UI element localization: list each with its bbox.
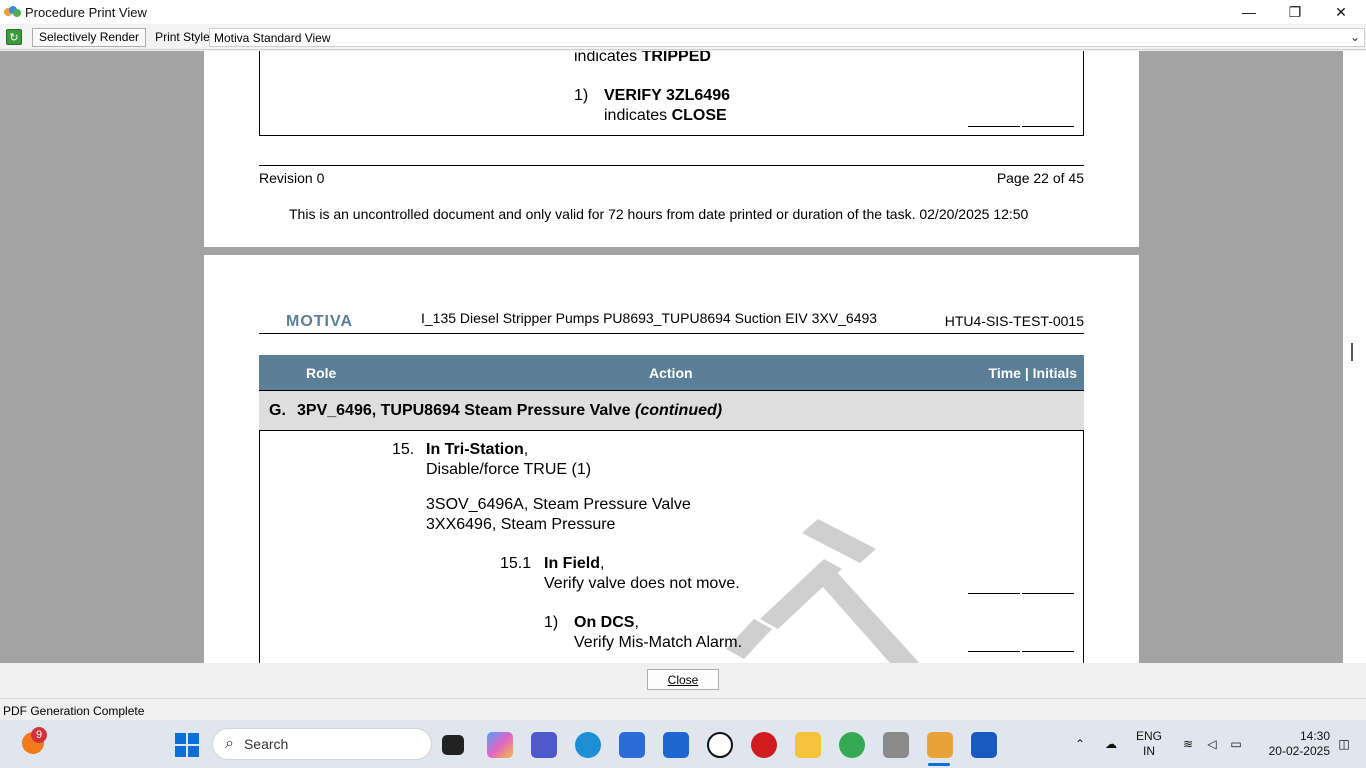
step15-number: 15. xyxy=(392,441,415,458)
motiva-logo: MOTIVA xyxy=(286,313,354,330)
close-line: indicates CLOSE xyxy=(604,107,727,124)
sub1-number: 1) xyxy=(544,614,559,631)
tag-line-1: 3SOV_6496A, Steam Pressure Valve xyxy=(426,496,691,513)
step151-action: Verify valve does not move. xyxy=(544,575,740,592)
procedure-app-icon[interactable] xyxy=(927,732,953,758)
doc-title: I_135 Diesel Stripper Pumps PU8693_TUPU8… xyxy=(421,310,878,326)
vertical-scrollbar[interactable] xyxy=(1343,51,1366,663)
step15-title: In Tri-Station, xyxy=(426,441,529,458)
sub1-action: Verify Mis-Match Alarm. xyxy=(574,634,743,651)
power-automate-icon[interactable] xyxy=(663,732,689,758)
lang-line-2: IN xyxy=(1143,744,1155,758)
maximize-button[interactable]: ❐ xyxy=(1272,0,1318,24)
initials-signoff-line xyxy=(1022,126,1074,127)
disclaimer: This is an uncontrolled document and onl… xyxy=(289,206,1029,222)
step151-number: 15.1 xyxy=(500,555,532,572)
step15-action: Disable/force TRUE (1) xyxy=(426,461,592,478)
app-icon xyxy=(4,6,21,18)
selectively-render-label: Selectively Render xyxy=(39,30,140,44)
step151-title: In Field, xyxy=(544,555,605,572)
store-icon[interactable] xyxy=(619,732,645,758)
close-icon: ✕ xyxy=(1335,3,1347,20)
language-indicator[interactable]: ENG IN xyxy=(1134,720,1164,768)
section-title: 3PV_6496, TUPU8694 Steam Pressure Valve … xyxy=(297,402,723,419)
action-header: Action xyxy=(649,365,693,381)
print-style-label: Print Style: xyxy=(155,30,214,44)
time-signoff-line xyxy=(968,126,1020,127)
title-bar: Procedure Print View xyxy=(0,0,1366,24)
section-letter: G. xyxy=(269,402,286,419)
selectively-render-button[interactable]: Selectively Render xyxy=(32,27,147,47)
time-initials-header: Time | Initials xyxy=(988,365,1077,381)
clock-date: 20-02-2025 xyxy=(1268,744,1330,758)
revision: Revision 0 xyxy=(259,170,325,186)
taskbar-search[interactable]: ⌕ Search xyxy=(212,728,432,760)
notifications-icon[interactable]: ◫ xyxy=(1334,720,1354,768)
notification-badge: 9 xyxy=(31,727,47,743)
refresh-icon[interactable]: ↻ xyxy=(6,29,22,45)
chevron-up-icon[interactable]: ⌃ xyxy=(1070,720,1090,768)
teams-icon[interactable] xyxy=(531,732,557,758)
battery-icon[interactable]: ▭ xyxy=(1226,720,1246,768)
clock[interactable]: 14:30 20-02-2025 xyxy=(1255,720,1330,768)
tripped-line: indicates TRIPPED xyxy=(574,51,711,65)
document-viewer[interactable]: indicates TRIPPED 1) VERIFY 3ZL6496 indi… xyxy=(0,51,1343,663)
header-rule xyxy=(259,333,1084,334)
onedrive-icon[interactable]: ☁ xyxy=(1100,720,1122,768)
footer-rule xyxy=(259,165,1084,166)
scroll-thumb[interactable] xyxy=(1351,343,1353,361)
lang-line-1: ENG xyxy=(1135,729,1162,743)
chrome-icon[interactable] xyxy=(839,732,865,758)
dell-icon[interactable] xyxy=(707,732,733,758)
close-bar: Close xyxy=(0,663,1366,698)
status-bar: PDF Generation Complete xyxy=(0,698,1366,720)
chevron-down-icon: ⌄ xyxy=(1349,30,1360,44)
time-signoff-line xyxy=(968,593,1020,594)
sub1-title: On DCS, xyxy=(574,614,639,631)
edge-icon[interactable] xyxy=(575,732,601,758)
initials-signoff-line xyxy=(1022,593,1074,594)
time-signoff-line xyxy=(968,651,1020,652)
app-icon-generic[interactable] xyxy=(883,732,909,758)
word-icon[interactable] xyxy=(971,732,997,758)
windows-start-icon[interactable] xyxy=(175,733,199,757)
close-window-button[interactable]: ✕ xyxy=(1318,0,1364,24)
file-explorer-icon[interactable] xyxy=(795,732,821,758)
tag-line-2: 3XX6496, Steam Pressure xyxy=(426,516,616,533)
task-view-icon[interactable] xyxy=(442,735,464,755)
print-style-select[interactable]: Motiva Standard View ⌄ xyxy=(209,28,1365,47)
search-placeholder: Search xyxy=(243,736,289,752)
page-22: indicates TRIPPED 1) VERIFY 3ZL6496 indi… xyxy=(204,51,1139,247)
table-header: Role Action Time | Initials xyxy=(259,355,1084,390)
toolbar: ↻ Selectively Render Print Style: Motiva… xyxy=(0,25,1366,50)
close-button[interactable]: Close xyxy=(647,669,719,690)
clock-time: 14:30 xyxy=(1299,729,1330,743)
minimize-icon: — xyxy=(1242,4,1256,20)
step-num: 1) xyxy=(574,87,589,104)
page-23: MOTIVA I_135 Diesel Stripper Pumps PU869… xyxy=(204,255,1139,663)
volume-icon[interactable]: ◁ xyxy=(1202,720,1222,768)
opera-icon[interactable] xyxy=(751,732,777,758)
section-row: G. 3PV_6496, TUPU8694 Steam Pressure Val… xyxy=(259,390,1084,431)
verify-step: VERIFY 3ZL6496 xyxy=(604,87,730,104)
window-title: Procedure Print View xyxy=(25,4,147,20)
copilot-icon[interactable] xyxy=(487,732,513,758)
role-header: Role xyxy=(306,365,337,381)
initials-signoff-line xyxy=(1022,651,1074,652)
maximize-icon: ❐ xyxy=(1288,3,1302,20)
minimize-button[interactable]: — xyxy=(1226,0,1272,24)
wifi-icon[interactable]: ≋ xyxy=(1178,720,1198,768)
doc-id: HTU4-SIS-TEST-0015 xyxy=(944,313,1084,329)
page-number: Page 22 of 45 xyxy=(996,170,1084,186)
search-icon: ⌕ xyxy=(225,735,234,752)
print-style-value: Motiva Standard View xyxy=(214,30,331,45)
active-indicator xyxy=(928,763,950,766)
